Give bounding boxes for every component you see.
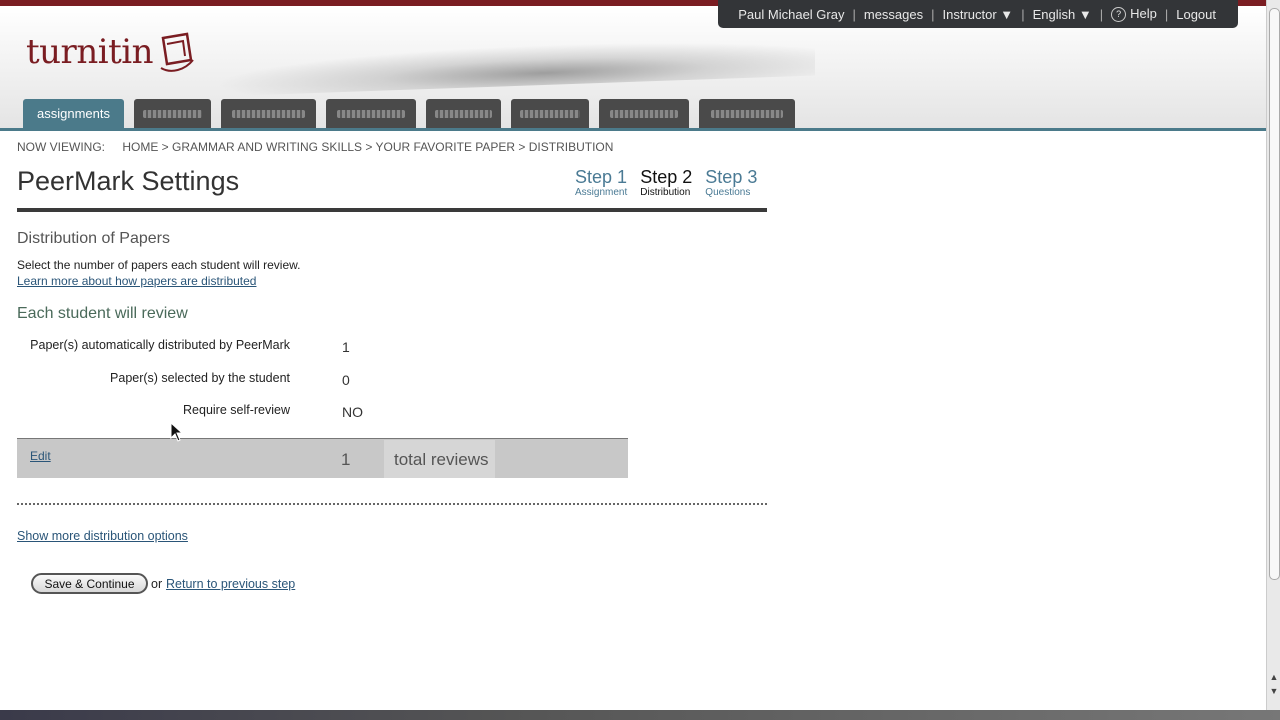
help-label: Help (1130, 6, 1157, 21)
tab-blurred[interactable] (426, 99, 501, 129)
help-icon: ? (1111, 7, 1127, 22)
step-assignment[interactable]: Step 1 Assignment (575, 167, 627, 198)
step-number: Step 2 (640, 167, 693, 187)
tab-blurred[interactable] (699, 99, 795, 129)
auto-distributed-value: 1 (342, 339, 350, 355)
messages-link[interactable]: messages (856, 7, 931, 22)
step-caption: Assignment (575, 187, 628, 198)
section-description: Select the number of papers each student… (17, 258, 301, 272)
step-indicator: Step 1 Assignment Step 2 Distribution St… (575, 167, 770, 198)
total-reviews-count: 1 (341, 450, 351, 469)
tab-blurred-label (520, 110, 580, 118)
tab-blurred-label (435, 110, 492, 118)
step-questions[interactable]: Step 3 Questions (705, 167, 757, 198)
tab-blurred-label (609, 110, 679, 118)
breadcrumb-label: NOW VIEWING: (17, 140, 105, 154)
tab-blurred[interactable] (511, 99, 589, 129)
logo-mark-icon (160, 32, 194, 72)
tab-blurred[interactable] (134, 99, 211, 129)
title-divider (17, 208, 767, 212)
step-distribution: Step 2 Distribution (640, 167, 692, 198)
dotted-divider (17, 503, 767, 505)
logo-text: turnitin (26, 32, 154, 72)
tab-blurred[interactable] (599, 99, 689, 129)
help-link[interactable]: ? Help (1103, 6, 1165, 22)
self-review-value: NO (342, 404, 363, 420)
scroll-down-arrow-icon[interactable]: ▼ (1268, 686, 1280, 698)
main-tabs: assignments (23, 99, 805, 129)
logout-link[interactable]: Logout (1168, 7, 1224, 22)
step-caption: Questions (705, 187, 751, 198)
breadcrumb: NOW VIEWING: HOME > GRAMMAR AND WRITING … (17, 140, 613, 154)
tab-underline (0, 128, 1266, 131)
tab-assignments[interactable]: assignments (23, 99, 124, 129)
step-number: Step 3 (705, 167, 758, 187)
step-number: Step 1 (575, 167, 628, 187)
tab-blurred-label (232, 110, 305, 118)
auto-distributed-label: Paper(s) automatically distributed by Pe… (30, 338, 290, 352)
vertical-scrollbar[interactable]: ▲ ▼ (1266, 0, 1280, 710)
language-dropdown[interactable]: English ▼ (1025, 7, 1100, 22)
scroll-up-arrow-icon[interactable]: ▲ (1268, 672, 1280, 684)
or-text: or (151, 577, 163, 591)
tab-blurred[interactable] (221, 99, 316, 129)
student-selected-value: 0 (342, 372, 350, 388)
save-continue-button[interactable]: Save & Continue (31, 573, 148, 594)
scroll-thumb[interactable] (1269, 8, 1280, 580)
self-review-label: Require self-review (183, 403, 290, 417)
return-previous-step-link[interactable]: Return to previous step (166, 577, 295, 591)
user-nav-bar: Paul Michael Gray | messages | Instructo… (718, 0, 1238, 28)
learn-more-link[interactable]: Learn more about how papers are distribu… (17, 274, 256, 288)
tab-blurred-label (336, 110, 406, 118)
mouse-cursor-icon (170, 422, 184, 442)
sub-section-title: Each student will review (17, 305, 188, 322)
step-caption: Distribution (640, 187, 691, 198)
desktop-strip (0, 710, 1280, 720)
tab-blurred-label (710, 110, 784, 118)
total-reviews-label: total reviews (384, 440, 495, 478)
breadcrumb-path[interactable]: HOME > GRAMMAR AND WRITING SKILLS > YOUR… (122, 140, 613, 154)
student-selected-label: Paper(s) selected by the student (110, 371, 290, 385)
tab-blurred-label (143, 110, 202, 118)
edit-link[interactable]: Edit (30, 449, 51, 463)
turnitin-logo[interactable]: turnitin (26, 28, 197, 76)
header-swoosh (215, 35, 815, 97)
role-dropdown[interactable]: Instructor ▼ (935, 7, 1022, 22)
total-reviews-bar: Edit 1 total reviews (17, 438, 628, 478)
section-title: Distribution of Papers (17, 230, 170, 247)
tab-blurred[interactable] (326, 99, 416, 129)
user-name-link[interactable]: Paul Michael Gray (730, 7, 852, 22)
page-title: PeerMark Settings (17, 166, 240, 196)
show-more-options-link[interactable]: Show more distribution options (17, 529, 188, 543)
